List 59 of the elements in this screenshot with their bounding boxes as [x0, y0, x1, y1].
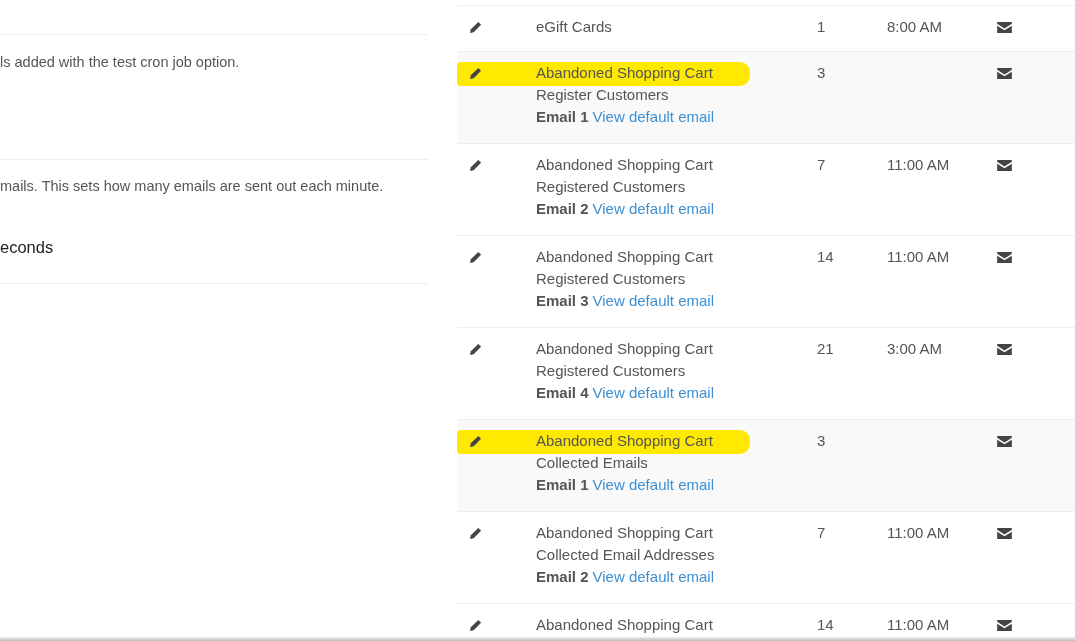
email-title: eGift Cards — [536, 18, 612, 36]
pencil-icon[interactable] — [469, 343, 482, 356]
send-time: 3:00 AM — [887, 340, 943, 357]
pencil-icon[interactable] — [469, 527, 482, 540]
envelope-icon[interactable] — [997, 22, 1012, 33]
email-audience: Registered Customers — [536, 362, 686, 380]
envelope-icon[interactable] — [997, 436, 1012, 447]
email-audience: Registered Customers — [536, 178, 686, 196]
setting-value: econds — [0, 238, 54, 257]
delay-count: 21 — [817, 340, 834, 357]
pencil-icon[interactable] — [469, 67, 482, 80]
setting-description: ls added with the test cron job option. — [0, 54, 240, 70]
view-default-email-link[interactable]: View default email — [592, 200, 714, 217]
send-time: 8:00 AM — [887, 18, 943, 35]
envelope-icon[interactable] — [997, 68, 1012, 79]
view-default-email-link[interactable]: View default email — [592, 292, 714, 309]
pencil-icon[interactable] — [469, 435, 482, 448]
envelope-icon[interactable] — [997, 252, 1012, 263]
envelope-icon[interactable] — [997, 160, 1012, 171]
view-default-email-link[interactable]: View default email — [592, 384, 714, 401]
email-title: Abandoned Shopping Cart — [536, 616, 713, 634]
send-time: 11:00 AM — [887, 156, 950, 173]
email-title: Abandoned Shopping Cart — [536, 340, 713, 358]
email-audience: Collected Email Addresses — [536, 546, 715, 564]
send-time: 11:00 AM — [887, 616, 950, 633]
email-audience: Registered Customers — [536, 270, 686, 288]
email-title: Abandoned Shopping Cart — [536, 64, 713, 82]
send-time: 11:00 AM — [887, 524, 950, 541]
email-title: Abandoned Shopping Cart — [536, 524, 713, 542]
pencil-icon[interactable] — [469, 21, 482, 34]
pencil-icon[interactable] — [469, 251, 482, 264]
email-title: Abandoned Shopping Cart — [536, 432, 713, 450]
view-default-email-link[interactable]: View default email — [592, 568, 714, 585]
send-time: 11:00 AM — [887, 248, 950, 265]
view-default-email-link[interactable]: View default email — [592, 476, 714, 493]
email-number: Email 4 — [536, 384, 589, 401]
email-number: Email 2 — [536, 568, 589, 585]
email-audience: Collected Emails — [536, 454, 648, 472]
envelope-icon[interactable] — [997, 344, 1012, 355]
delay-count: 3 — [817, 64, 826, 81]
envelope-icon[interactable] — [997, 528, 1012, 539]
delay-count: 1 — [817, 18, 826, 35]
envelope-icon[interactable] — [997, 620, 1012, 631]
delay-count: 7 — [817, 156, 826, 173]
delay-count: 14 — [817, 616, 834, 633]
setting-description: mails. This sets how many emails are sent out each minute. — [0, 178, 384, 194]
email-audience: Register Customers — [536, 86, 669, 104]
pencil-icon[interactable] — [469, 619, 482, 632]
email-number: Email 1 — [536, 476, 589, 493]
email-title: Abandoned Shopping Cart — [536, 156, 713, 174]
view-default-email-link[interactable]: View default email — [592, 108, 714, 125]
delay-count: 14 — [817, 248, 834, 265]
pencil-icon[interactable] — [469, 159, 482, 172]
email-number: Email 2 — [536, 200, 589, 217]
email-number: Email 1 — [536, 108, 589, 125]
email-title: Abandoned Shopping Cart — [536, 248, 713, 266]
delay-count: 7 — [817, 524, 826, 541]
delay-count: 3 — [817, 432, 826, 449]
email-number: Email 3 — [536, 292, 589, 309]
